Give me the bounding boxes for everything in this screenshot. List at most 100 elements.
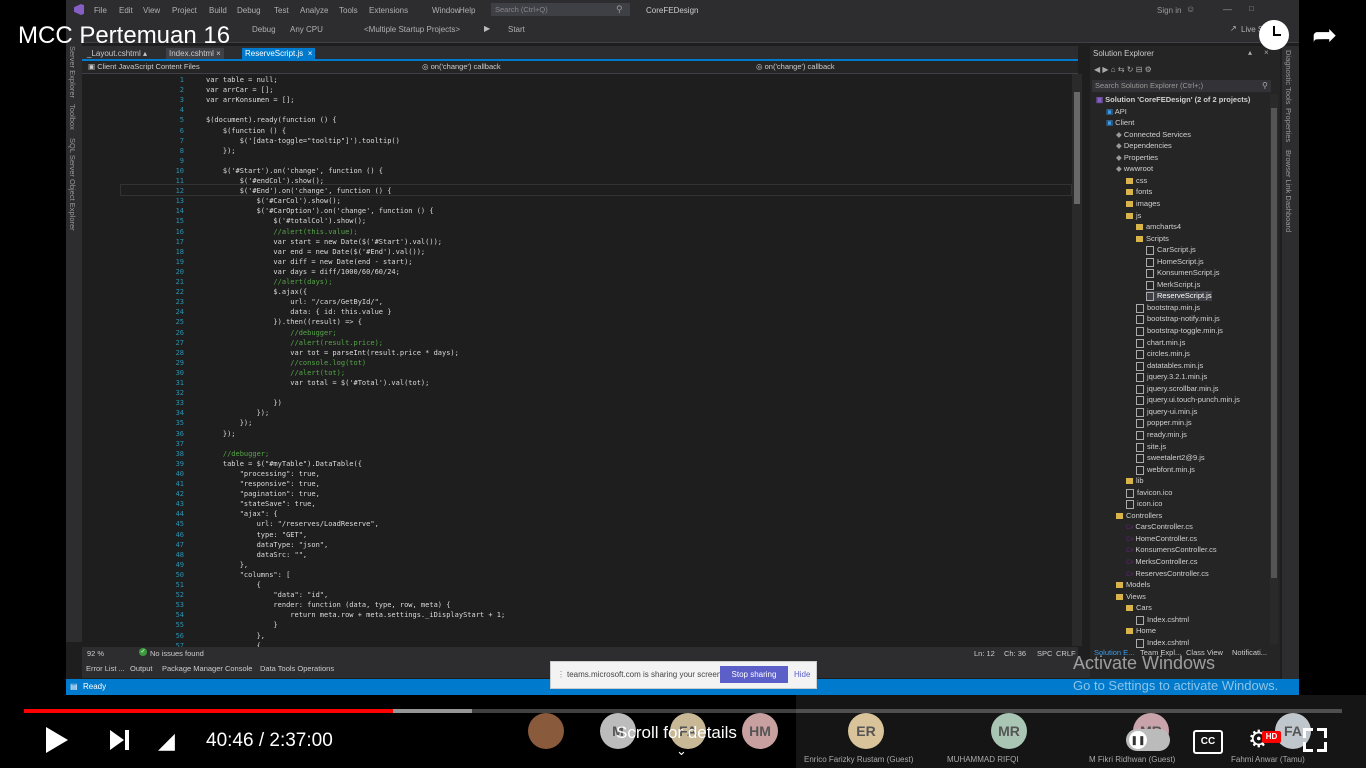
toolbox-tab[interactable]: Toolbox [68,104,77,130]
close-icon[interactable]: × [216,49,221,58]
search-input[interactable]: Search (Ctrl+Q) [491,3,630,16]
editor-scrollbar[interactable] [1072,74,1082,646]
tree-item[interactable]: ▣ API [1106,107,1127,116]
code-line[interactable]: }) [206,399,281,407]
zoom-level[interactable]: 92 % [87,649,104,658]
tree-item[interactable]: ◆ Properties [1116,153,1158,162]
refresh-icon[interactable]: ↻ [1127,65,1134,74]
start-button[interactable]: Start [508,25,525,34]
search-icon[interactable]: ⚲ [1262,81,1268,90]
participant-avatar[interactable]: MR [991,713,1027,749]
server-explorer-tab[interactable]: Server Explorer [68,46,77,98]
code-line[interactable]: $('#End').on('change', function () { [206,187,392,195]
collapse-icon[interactable]: ⊟ [1136,65,1143,74]
account-icon[interactable]: ☺ [1186,4,1195,14]
solution-scrollbar[interactable] [1270,94,1278,644]
search-icon[interactable]: ⚲ [616,4,623,15]
tree-item[interactable]: icon.ico [1126,499,1162,509]
tab-notifications[interactable]: Notificati... [1232,648,1267,657]
code-line[interactable]: var days = diff/1000/60/60/24; [206,268,399,276]
menu-item-help[interactable]: Help [459,6,475,15]
drag-handle-icon[interactable]: ⋮ [557,670,565,679]
menu-item-analyze[interactable]: Analyze [300,6,328,15]
start-play-icon[interactable]: ▶ [484,24,490,33]
tree-item[interactable]: Scripts [1136,234,1169,243]
config-dropdown[interactable]: Debug [252,25,276,34]
solution-search-input[interactable]: Search Solution Explorer (Ctrl+;) [1092,80,1271,92]
pin-icon[interactable]: ▴ [1248,48,1252,57]
code-line[interactable]: "stateSave": true, [206,500,316,508]
forward-icon[interactable]: ▶ [1102,65,1108,74]
properties-tab[interactable]: Properties [1284,108,1293,142]
play-icon[interactable] [46,727,68,753]
tree-item[interactable]: js [1126,211,1141,220]
tree-item[interactable]: bootstrap-notify.min.js [1136,314,1220,324]
tree-item[interactable]: ▣ Client [1106,118,1134,127]
code-line[interactable]: "data": "id", [206,591,328,599]
captions-icon[interactable]: CC [1193,730,1223,754]
tree-item[interactable]: datatables.min.js [1136,361,1203,371]
tree-item[interactable]: lib [1126,476,1144,485]
tree-item[interactable]: amcharts4 [1136,222,1181,231]
code-line[interactable]: } [206,621,277,629]
code-line[interactable]: $('#CarCol').show(); [206,197,341,205]
sql-server-object-explorer-tab[interactable]: SQL Server Object Explorer [68,138,77,231]
platform-dropdown[interactable]: Any CPU [290,25,323,34]
code-line[interactable]: }); [206,147,236,155]
code-line[interactable]: render: function (data, type, row, meta)… [206,601,450,609]
tree-item[interactable]: ▣ Solution 'CoreFEDesign' (2 of 2 projec… [1096,95,1250,104]
code-line[interactable]: //alert(days); [206,278,332,286]
progress-bar[interactable] [24,709,1342,713]
scope-dropdown-2[interactable]: ◎ on('change') callback [756,62,835,71]
menu-item-build[interactable]: Build [209,6,227,15]
close-icon[interactable]: × [308,49,313,58]
tree-item[interactable]: Views [1116,592,1146,601]
code-line[interactable]: table = $("#myTable").DataTable({ [206,460,362,468]
code-line[interactable]: //debugger; [206,450,269,458]
tab-output[interactable]: Output [130,664,153,673]
tree-item[interactable]: css [1126,176,1147,185]
tree-item[interactable]: MerkScript.js [1146,280,1200,290]
code-line[interactable]: "ajax": { [206,510,278,518]
tree-item[interactable]: Models [1116,580,1150,589]
pin-icon[interactable]: ▴ [143,49,147,58]
autoplay-toggle[interactable]: ❚❚ [1126,729,1170,751]
tree-item[interactable]: C# ReservesController.cs [1126,569,1209,578]
back-icon[interactable]: ◀ [1094,65,1100,74]
settings-icon[interactable]: ⚙ [1145,65,1152,74]
startup-projects-dropdown[interactable]: <Multiple Startup Projects> [364,25,460,34]
tree-item[interactable]: bootstrap-toggle.min.js [1136,326,1223,336]
code-line[interactable]: $('#CarOption').on('change', function ()… [206,207,434,215]
tree-item[interactable]: Cars [1126,603,1152,612]
minimize-icon[interactable]: — [1223,4,1232,14]
tree-item[interactable]: popper.min.js [1136,418,1192,428]
menu-item-view[interactable]: View [143,6,160,15]
code-line[interactable]: }); [206,430,236,438]
tree-item[interactable]: site.js [1136,442,1166,452]
tree-item[interactable]: Controllers [1116,511,1162,520]
tree-item[interactable]: jquery.scrollbar.min.js [1136,384,1219,394]
tree-item[interactable]: Home [1126,626,1156,635]
code-line[interactable]: $(function () { [206,127,286,135]
code-line[interactable]: var diff = new Date(end - start); [206,258,412,266]
code-line[interactable]: dataType: "json", [206,541,329,549]
code-line[interactable]: url: "/cars/GetById/", [206,298,383,306]
code-line[interactable]: var total = $('#Total').val(tot); [206,379,429,387]
scope-dropdown-1[interactable]: ◎ on('change') callback [422,62,501,71]
code-line[interactable]: "responsive": true, [206,480,320,488]
code-line[interactable]: //debugger; [206,329,336,337]
menu-item-tools[interactable]: Tools [339,6,358,15]
menu-item-test[interactable]: Test [274,6,289,15]
code-line[interactable]: var start = new Date($('#Start').val()); [206,238,442,246]
home-icon[interactable]: ⌂ [1111,65,1116,74]
participant-avatar[interactable] [528,713,564,749]
fullscreen-icon[interactable] [1303,728,1327,752]
chevron-down-icon[interactable]: ⌄ [676,743,687,759]
menu-item-edit[interactable]: Edit [119,6,133,15]
code-line[interactable]: }); [206,409,270,417]
code-line[interactable]: //console.log(tot) [206,359,366,367]
code-line[interactable]: { [206,581,261,589]
project-dropdown[interactable]: ▣ Client JavaScript Content Files [88,62,200,71]
tab-data-tools-operations[interactable]: Data Tools Operations [260,664,334,673]
tree-item[interactable]: HomeScript.js [1146,257,1204,267]
